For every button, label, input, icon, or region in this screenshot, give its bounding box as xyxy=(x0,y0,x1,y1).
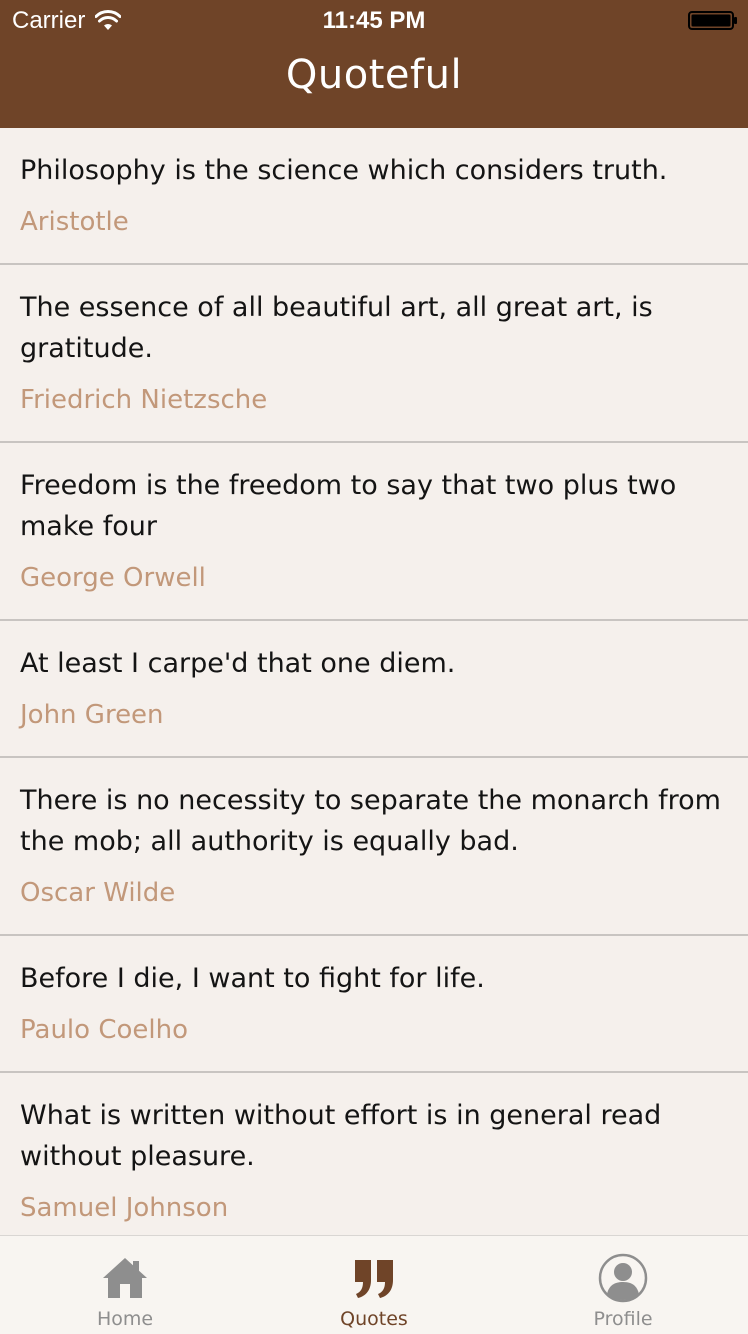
quote-row[interactable]: At least I carpe'd that one diem. John G… xyxy=(0,621,748,758)
quote-text: There is no necessity to separate the mo… xyxy=(20,785,721,857)
quote-row[interactable]: There is no necessity to separate the mo… xyxy=(0,758,748,936)
quote-row[interactable]: What is written without effort is in gen… xyxy=(0,1073,748,1235)
quote-text: Philosophy is the science which consider… xyxy=(20,155,668,186)
tab-quotes[interactable]: Quotes xyxy=(249,1236,499,1334)
quote-author: Samuel Johnson xyxy=(20,1193,229,1223)
tab-bar: Home Quotes Profile xyxy=(0,1235,748,1334)
battery-icon xyxy=(688,11,737,30)
quote-author: Paulo Coelho xyxy=(20,1015,188,1045)
quote-author: Friedrich Nietzsche xyxy=(20,385,268,415)
profile-icon xyxy=(598,1253,648,1303)
quote-author: Aristotle xyxy=(20,207,129,237)
quote-row[interactable]: Before I die, I want to fight for life. … xyxy=(0,936,748,1073)
quote-author: Oscar Wilde xyxy=(20,878,176,908)
quote-row[interactable]: Freedom is the freedom to say that two p… xyxy=(0,443,748,621)
status-bar: Carrier 11:45 PM xyxy=(0,0,748,40)
quote-row[interactable]: The essence of all beautiful art, all gr… xyxy=(0,265,748,443)
quote-text: At least I carpe'd that one diem. xyxy=(20,648,456,679)
tab-quotes-label: Quotes xyxy=(340,1308,408,1330)
quote-author: George Orwell xyxy=(20,563,206,593)
quote-icon xyxy=(355,1260,393,1298)
quote-text: What is written without effort is in gen… xyxy=(20,1100,662,1172)
quote-row[interactable]: Philosophy is the science which consider… xyxy=(0,128,748,265)
quote-text: Freedom is the freedom to say that two p… xyxy=(20,470,677,542)
home-icon xyxy=(103,1258,147,1298)
navigation-header: Carrier 11:45 PM Quoteful xyxy=(0,0,748,128)
clock: 11:45 PM xyxy=(322,7,426,34)
quote-author: John Green xyxy=(20,700,164,730)
quote-list[interactable]: Philosophy is the science which consider… xyxy=(0,128,748,1235)
tab-profile[interactable]: Profile xyxy=(498,1236,748,1334)
tab-home-label: Home xyxy=(96,1308,154,1330)
quote-text: The essence of all beautiful art, all gr… xyxy=(20,292,653,364)
tab-profile-label: Profile xyxy=(593,1308,653,1330)
tab-home[interactable]: Home xyxy=(0,1236,250,1334)
page-title: Quoteful xyxy=(285,52,463,98)
quote-text: Before I die, I want to fight for life. xyxy=(20,963,485,994)
